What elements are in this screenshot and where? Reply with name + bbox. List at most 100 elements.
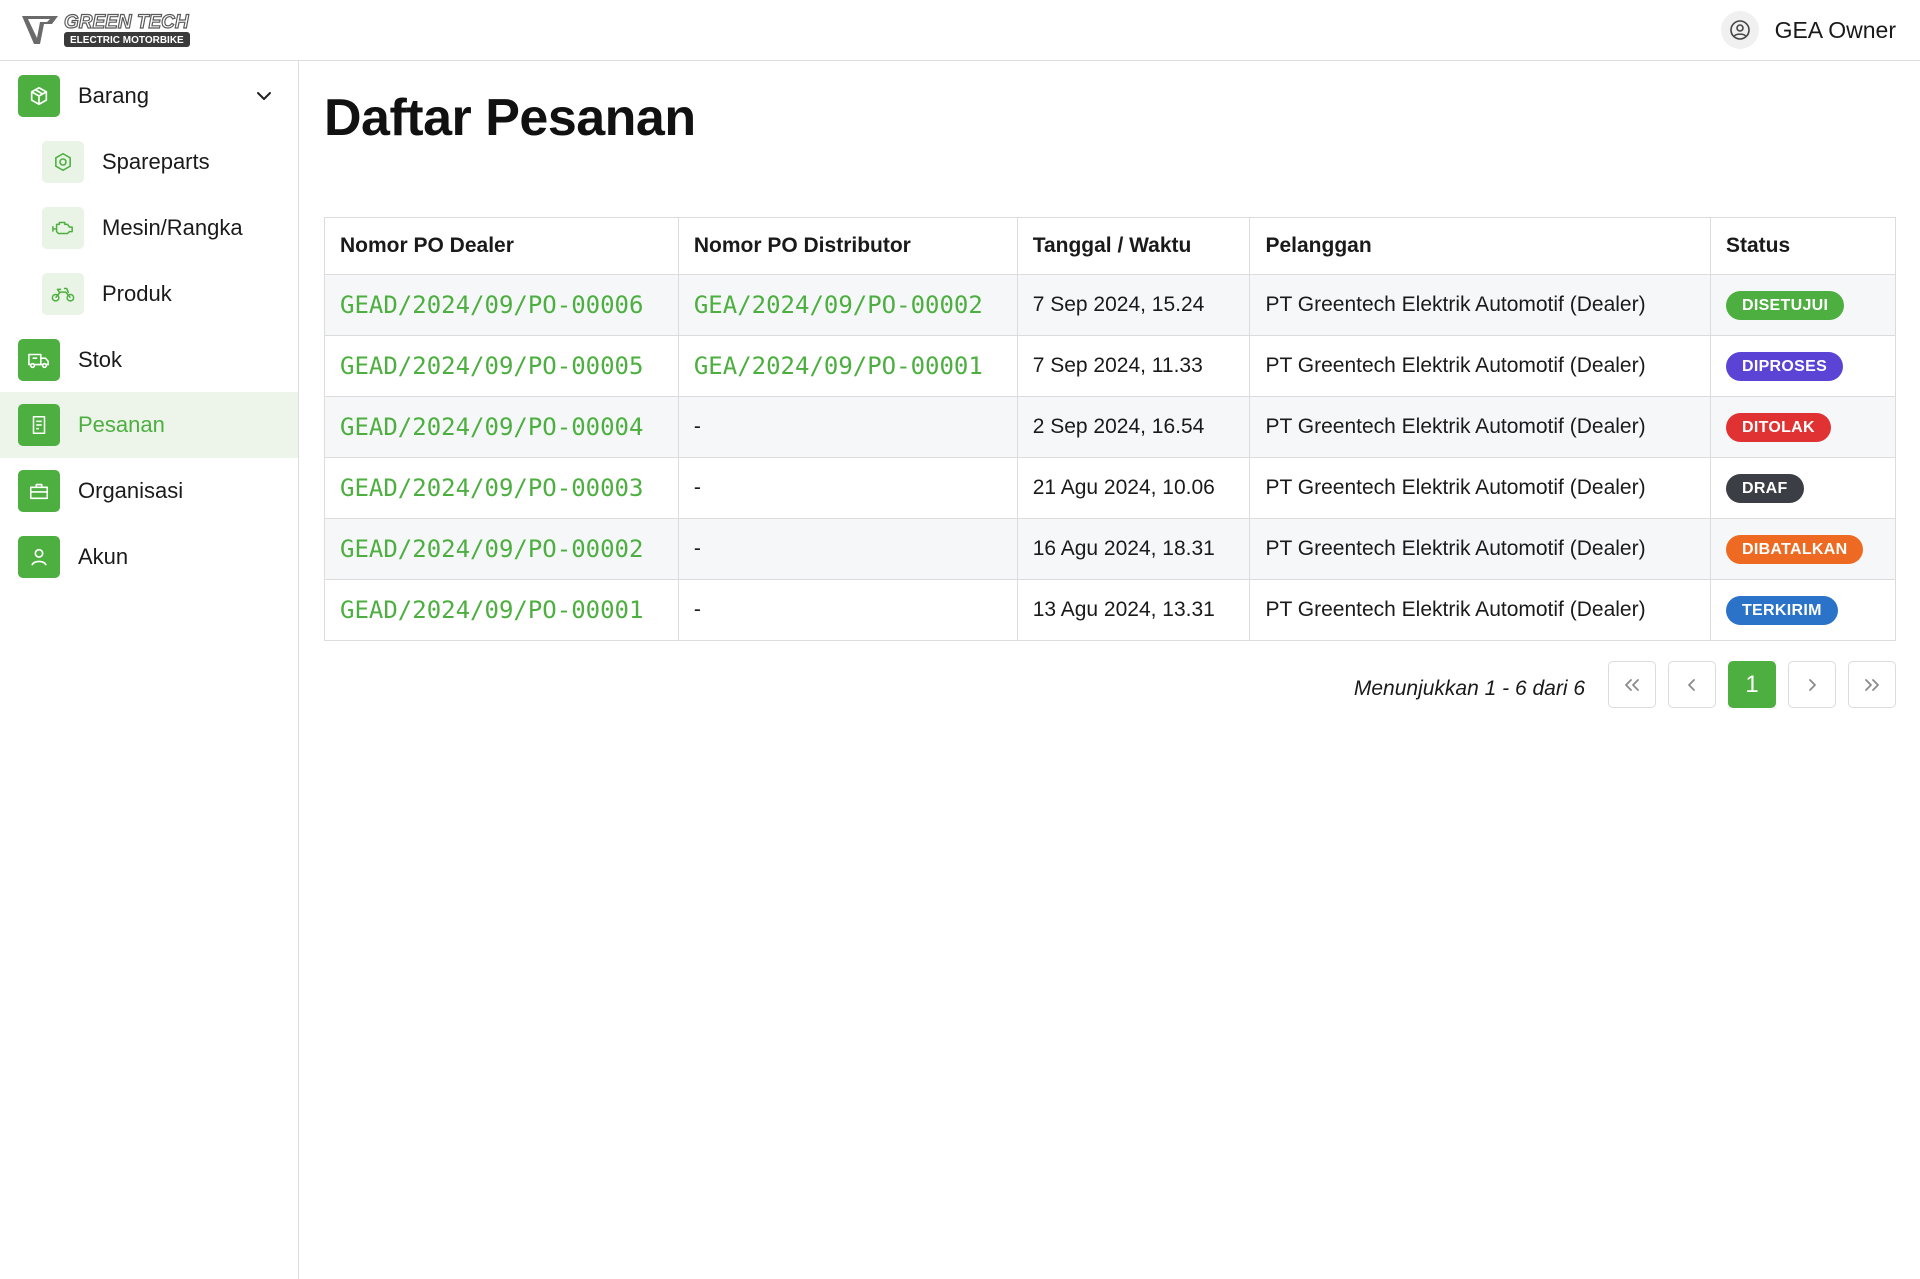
table-row[interactable]: GEAD/2024/09/PO-00003 - 21 Agu 2024, 10.… xyxy=(324,457,1897,519)
cell-po-distributor: - xyxy=(677,457,1018,519)
sidebar-subitem-mesin-rangka[interactable]: Mesin/Rangka xyxy=(0,195,298,261)
cell-po-distributor: - xyxy=(677,396,1018,458)
user-circle-icon xyxy=(1720,11,1759,49)
cell-status: DISETUJUI xyxy=(1709,274,1897,336)
cell-po-distributor: - xyxy=(677,518,1018,580)
user-icon xyxy=(18,536,60,578)
po-dealer-link[interactable]: GEAD/2024/09/PO-00001 xyxy=(340,596,643,624)
table-header-row: Nomor PO Dealer Nomor PO Distributor Tan… xyxy=(324,217,1897,275)
page-1-button[interactable]: 1 xyxy=(1728,661,1776,708)
cell-customer: PT Greentech Elektrik Automotif (Dealer) xyxy=(1249,335,1711,397)
box-icon xyxy=(18,75,60,117)
status-badge: DITOLAK xyxy=(1725,412,1831,442)
engine-icon xyxy=(42,207,84,249)
column-header-po-distributor[interactable]: Nomor PO Distributor xyxy=(677,217,1018,275)
sidebar-item-label: Organisasi xyxy=(78,478,184,503)
table-row[interactable]: GEAD/2024/09/PO-00002 - 16 Agu 2024, 18.… xyxy=(324,518,1897,580)
cell-status: DIBATALKAN xyxy=(1709,518,1897,580)
cell-po-dealer: GEAD/2024/09/PO-00005 xyxy=(324,335,679,397)
nut-icon xyxy=(42,141,84,183)
svg-text:GREEN TECH: GREEN TECH xyxy=(64,12,190,33)
sidebar-item-label: Stok xyxy=(78,347,123,372)
cell-customer: PT Greentech Elektrik Automotif (Dealer) xyxy=(1249,518,1711,580)
cell-datetime: 16 Agu 2024, 18.31 xyxy=(1016,518,1251,580)
sidebar: Barang Spareparts Mesin/Rangka Produk St… xyxy=(0,61,299,1279)
cell-datetime: 7 Sep 2024, 15.24 xyxy=(1016,274,1251,336)
cell-po-distributor: - xyxy=(677,579,1018,641)
cell-customer: PT Greentech Elektrik Automotif (Dealer) xyxy=(1249,579,1711,641)
cell-status: DITOLAK xyxy=(1709,396,1897,458)
sidebar-subitem-label: Produk xyxy=(102,281,172,306)
user-menu[interactable]: GEA Owner xyxy=(1720,10,1896,50)
po-distributor-link[interactable]: GEA/2024/09/PO-00001 xyxy=(694,352,983,380)
cell-datetime: 2 Sep 2024, 16.54 xyxy=(1016,396,1251,458)
svg-text:ELECTRIC MOTORBIKE: ELECTRIC MOTORBIKE xyxy=(70,35,184,46)
motorbike-icon xyxy=(42,273,84,315)
cell-po-dealer: GEAD/2024/09/PO-00006 xyxy=(324,274,679,336)
sidebar-subitem-label: Spareparts xyxy=(102,149,210,174)
column-header-customer[interactable]: Pelanggan xyxy=(1249,217,1711,275)
user-name: GEA Owner xyxy=(1774,16,1896,43)
column-header-datetime[interactable]: Tanggal / Waktu xyxy=(1016,217,1251,275)
table-row[interactable]: GEAD/2024/09/PO-00004 - 2 Sep 2024, 16.5… xyxy=(324,396,1897,458)
sidebar-item-pesanan[interactable]: Pesanan xyxy=(0,392,298,458)
cell-customer: PT Greentech Elektrik Automotif (Dealer) xyxy=(1249,396,1711,458)
briefcase-icon xyxy=(18,470,60,512)
sidebar-item-label: Barang xyxy=(78,83,149,108)
sidebar-item-stok[interactable]: Stok xyxy=(0,327,298,393)
column-header-status[interactable]: Status xyxy=(1709,217,1897,275)
sidebar-item-label: Akun xyxy=(78,544,129,569)
status-badge: DIBATALKAN xyxy=(1725,534,1864,564)
po-dealer-link[interactable]: GEAD/2024/09/PO-00005 xyxy=(340,352,643,380)
sidebar-item-akun[interactable]: Akun xyxy=(0,524,298,590)
sidebar-subitem-produk[interactable]: Produk xyxy=(0,261,298,327)
table-row[interactable]: GEAD/2024/09/PO-00005 GEA/2024/09/PO-000… xyxy=(324,335,1897,397)
page-title: Daftar Pesanan xyxy=(324,89,696,147)
cell-po-dealer: GEAD/2024/09/PO-00003 xyxy=(324,457,679,519)
sidebar-subitem-label: Mesin/Rangka xyxy=(102,215,243,240)
next-page-button[interactable] xyxy=(1788,661,1836,708)
chevron-left-icon xyxy=(1688,678,1695,691)
orders-table: Nomor PO Dealer Nomor PO Distributor Tan… xyxy=(324,217,1897,641)
sidebar-item-barang[interactable]: Barang xyxy=(0,63,298,129)
prev-page-button[interactable] xyxy=(1668,661,1716,708)
column-header-po-dealer[interactable]: Nomor PO Dealer xyxy=(324,217,679,275)
cell-status: DIPROSES xyxy=(1709,335,1897,397)
cell-po-distributor: GEA/2024/09/PO-00002 xyxy=(677,274,1018,336)
cell-po-distributor: GEA/2024/09/PO-00001 xyxy=(677,335,1018,397)
green-tech-logo-icon: GREEN TECH ELECTRIC MOTORBIKE xyxy=(22,11,190,47)
table-row[interactable]: GEAD/2024/09/PO-00006 GEA/2024/09/PO-000… xyxy=(324,274,1897,336)
last-page-button[interactable] xyxy=(1848,661,1896,708)
cell-datetime: 21 Agu 2024, 10.06 xyxy=(1016,457,1251,519)
po-distributor-link[interactable]: GEA/2024/09/PO-00002 xyxy=(694,291,983,319)
po-dealer-link[interactable]: GEAD/2024/09/PO-00003 xyxy=(340,474,643,502)
brand-logo[interactable]: GREEN TECH ELECTRIC MOTORBIKE xyxy=(20,10,200,52)
sidebar-item-label: Pesanan xyxy=(78,412,165,437)
cell-datetime: 13 Agu 2024, 13.31 xyxy=(1016,579,1251,641)
cell-customer: PT Greentech Elektrik Automotif (Dealer) xyxy=(1249,274,1711,336)
cell-customer: PT Greentech Elektrik Automotif (Dealer) xyxy=(1249,457,1711,519)
table-row[interactable]: GEAD/2024/09/PO-00001 - 13 Agu 2024, 13.… xyxy=(324,579,1897,641)
po-dealer-link[interactable]: GEAD/2024/09/PO-00004 xyxy=(340,413,643,441)
po-dealer-link[interactable]: GEAD/2024/09/PO-00006 xyxy=(340,291,643,319)
sidebar-subitem-spareparts[interactable]: Spareparts xyxy=(0,129,298,195)
status-badge: DRAF xyxy=(1725,473,1804,503)
chevron-right-icon xyxy=(1809,678,1816,691)
top-header: GREEN TECH ELECTRIC MOTORBIKE GEA Owner xyxy=(0,0,1920,61)
status-badge: DIPROSES xyxy=(1725,351,1844,381)
first-page-button[interactable] xyxy=(1608,661,1656,708)
receipt-icon xyxy=(18,404,60,446)
po-dealer-link[interactable]: GEAD/2024/09/PO-00002 xyxy=(340,535,643,563)
chevrons-right-icon xyxy=(1865,678,1879,691)
truck-icon xyxy=(18,339,60,381)
pagination-summary: Menunjukkan 1 - 6 dari 6 xyxy=(1353,677,1585,700)
cell-po-dealer: GEAD/2024/09/PO-00002 xyxy=(324,518,679,580)
cell-po-dealer: GEAD/2024/09/PO-00001 xyxy=(324,579,679,641)
status-badge: TERKIRIM xyxy=(1725,595,1838,625)
cell-po-dealer: GEAD/2024/09/PO-00004 xyxy=(324,396,679,458)
sidebar-item-organisasi[interactable]: Organisasi xyxy=(0,458,298,524)
chevrons-left-icon xyxy=(1625,678,1639,691)
chevron-down-icon[interactable] xyxy=(254,86,274,106)
status-badge: DISETUJUI xyxy=(1725,290,1845,320)
cell-status: TERKIRIM xyxy=(1709,579,1897,641)
